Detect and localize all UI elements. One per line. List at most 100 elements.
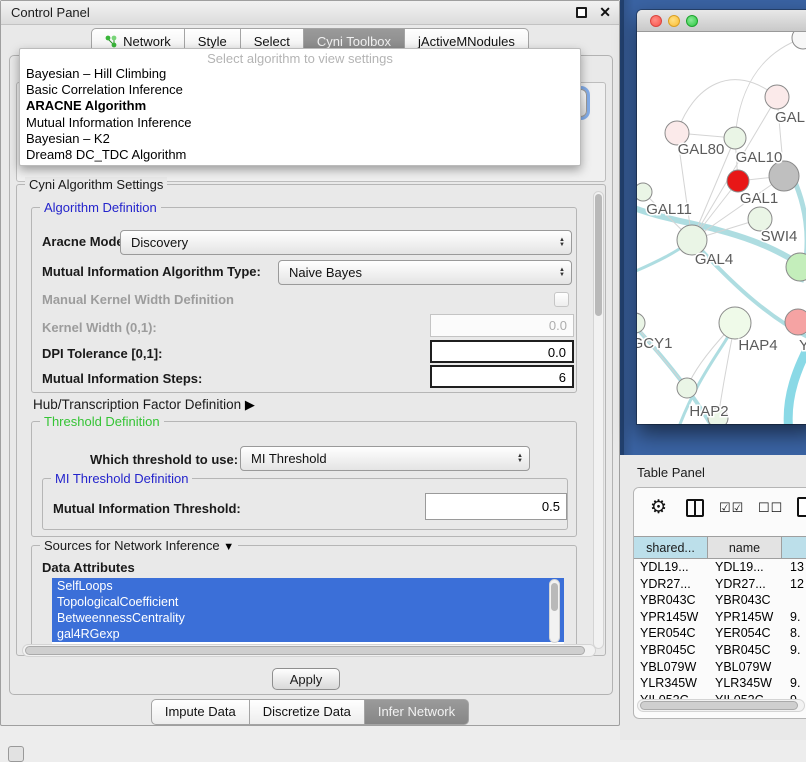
mi-threshold-field[interactable]: 0.5 [425,493,567,520]
table-panel-box: ⚙ ☑☑ ☐☐ shared...nameA YDL19...YDL19...1… [633,487,806,719]
table-hscrollbar[interactable] [637,699,805,712]
page-icon[interactable] [797,497,806,517]
control-panel-titlebar: Control Panel ✕ [1,1,619,25]
tab-label: Network [123,34,171,49]
table-row[interactable]: YDR27...YDR27...12 [634,576,806,593]
float-window-icon[interactable] [576,7,587,18]
table-cell: YLR345W [709,675,784,692]
table-row[interactable]: YPR145WYPR145W9. [634,609,806,626]
columns-icon[interactable] [686,499,704,517]
table-cell: YDL19... [709,559,784,576]
column-header[interactable]: name [707,536,782,559]
attribute-item[interactable]: BetweennessCentrality [52,610,564,626]
algorithm-definition-title: Algorithm Definition [40,200,161,215]
settings-hscrollbar[interactable] [22,644,596,657]
table-cell: YPR145W [709,609,784,626]
algorithm-definition-group: Algorithm Definition Aracne Mode: Discov… [31,207,577,393]
node-label-gal11: GAL11 [646,201,692,218]
close-icon[interactable]: ✕ [599,4,611,21]
table-row[interactable]: YDL19...YDL19...13 [634,559,806,576]
combo-arrows-icon: ▲▼ [553,238,571,248]
mi-type-select[interactable]: Naive Bayes ▲▼ [278,260,572,285]
apply-button[interactable]: Apply [272,668,340,690]
algorithm-list: Bayesian – Hill ClimbingBasic Correlatio… [20,66,580,163]
close-traffic-light-icon[interactable] [650,15,662,27]
which-threshold-label: Which threshold to use: [90,452,238,467]
network-canvas[interactable]: GALGAL80GAL10GAL1GAL11SWI4GAL4GCY1HAP4YH… [637,32,806,424]
mi-type-label: Mutual Information Algorithm Type: [42,264,261,279]
table-header-row: shared...nameA [634,536,806,559]
table-cell: YLR345W [634,675,709,692]
mi-steps-field[interactable]: 6 [430,365,574,388]
data-attributes-label: Data Attributes [42,560,135,575]
table-cell [784,592,806,609]
settings-scrollbar[interactable] [593,191,604,649]
node-label-gcy1: GCY1 [637,335,672,352]
combo-arrows-icon: ▲▼ [511,454,529,464]
tab-discretize-data[interactable]: Discretize Data [249,699,365,725]
aracne-mode-select[interactable]: Discovery ▲▼ [120,230,572,255]
attribute-item[interactable]: SelfLoops [52,578,564,594]
gear-icon[interactable]: ⚙ [650,496,667,519]
node-gal11[interactable] [637,183,652,201]
table-cell: YBR043C [634,592,709,609]
unchecked-boxes-icon[interactable]: ☐☐ [758,500,783,516]
tab-label: Cyni Toolbox [317,34,391,49]
table-cell: YER054C [634,625,709,642]
checked-boxes-icon[interactable]: ☑☑ [719,500,744,516]
table-row[interactable]: YBL079WYBL079W [634,659,806,676]
attribute-item[interactable]: TopologicalCoefficient [52,594,564,610]
table-cell: 9. [784,609,806,626]
table-cell: 9. [784,642,806,659]
algorithm-option[interactable]: Bayesian – Hill Climbing [20,66,580,82]
tab-label: Select [254,34,290,49]
dpi-tolerance-field[interactable]: 0.0 [430,340,574,363]
aracne-mode-value: Discovery [121,235,553,250]
network-edge[interactable] [677,80,777,133]
algorithm-option[interactable]: ARACNE Algorithm [20,98,580,114]
column-header[interactable]: shared... [633,536,708,559]
attribute-item[interactable]: gal4RGexp [52,626,564,642]
dpi-tolerance-label: DPI Tolerance [0,1]: [42,346,162,361]
minimized-panel-icon[interactable] [8,746,24,762]
minimize-traffic-light-icon[interactable] [668,15,680,27]
table-cell: YDL19... [634,559,709,576]
attributes-scrollbar[interactable] [549,579,560,643]
node-gal10[interactable] [724,127,746,149]
data-attributes-list[interactable]: SelfLoopsTopologicalCoefficientBetweenne… [52,578,564,644]
cyni-algorithm-settings-group: Cyni Algorithm Settings Algorithm Defini… [16,184,606,656]
which-threshold-select[interactable]: MI Threshold ▲▼ [240,446,530,471]
algorithm-option[interactable]: Mutual Information Inference [20,115,580,131]
node-label-gal1: GAL1 [740,190,778,207]
network-node[interactable] [727,170,749,192]
network-node[interactable] [792,32,806,49]
sources-group-title[interactable]: Sources for Network Inference ▼ [40,538,238,553]
algorithm-option[interactable]: Basic Correlation Inference [20,82,580,98]
tab-infer-network[interactable]: Infer Network [364,699,469,725]
manual-kernel-checkbox[interactable] [554,292,569,307]
sources-title-text: Sources for Network Inference [44,538,220,553]
node-y[interactable] [785,309,806,335]
mi-threshold-label: Mutual Information Threshold: [53,501,241,516]
node-label-hap4: HAP4 [738,337,777,354]
tab-impute-data[interactable]: Impute Data [151,699,250,725]
hub-definition-toggle[interactable]: Hub/Transcription Factor Definition ▶ [33,397,255,413]
table-row[interactable]: YER054CYER054C8. [634,625,806,642]
node-gcy1[interactable] [637,313,645,333]
algorithm-option[interactable]: Bayesian – K2 [20,131,580,147]
threshold-definition-title: Threshold Definition [40,414,164,429]
table-row[interactable]: YBR043CYBR043C [634,592,806,609]
algorithm-option[interactable]: Dream8 DC_TDC Algorithm [20,147,580,163]
node-hap4[interactable] [719,307,751,339]
zoom-traffic-light-icon[interactable] [686,15,698,27]
table-row[interactable]: YLR345WYLR345W9. [634,675,806,692]
kernel-width-field[interactable]: 0.0 [430,314,574,337]
node-gal[interactable] [765,85,789,109]
table-cell: 9. [784,675,806,692]
node-hap2[interactable] [677,378,697,398]
node-label-hap2: HAP2 [689,403,728,420]
table-row[interactable]: YBR045CYBR045C9. [634,642,806,659]
network-window: GALGAL80GAL10GAL1GAL11SWI4GAL4GCY1HAP4YH… [637,10,806,424]
table-cell: YBL079W [634,659,709,676]
column-header[interactable]: A [781,536,806,559]
